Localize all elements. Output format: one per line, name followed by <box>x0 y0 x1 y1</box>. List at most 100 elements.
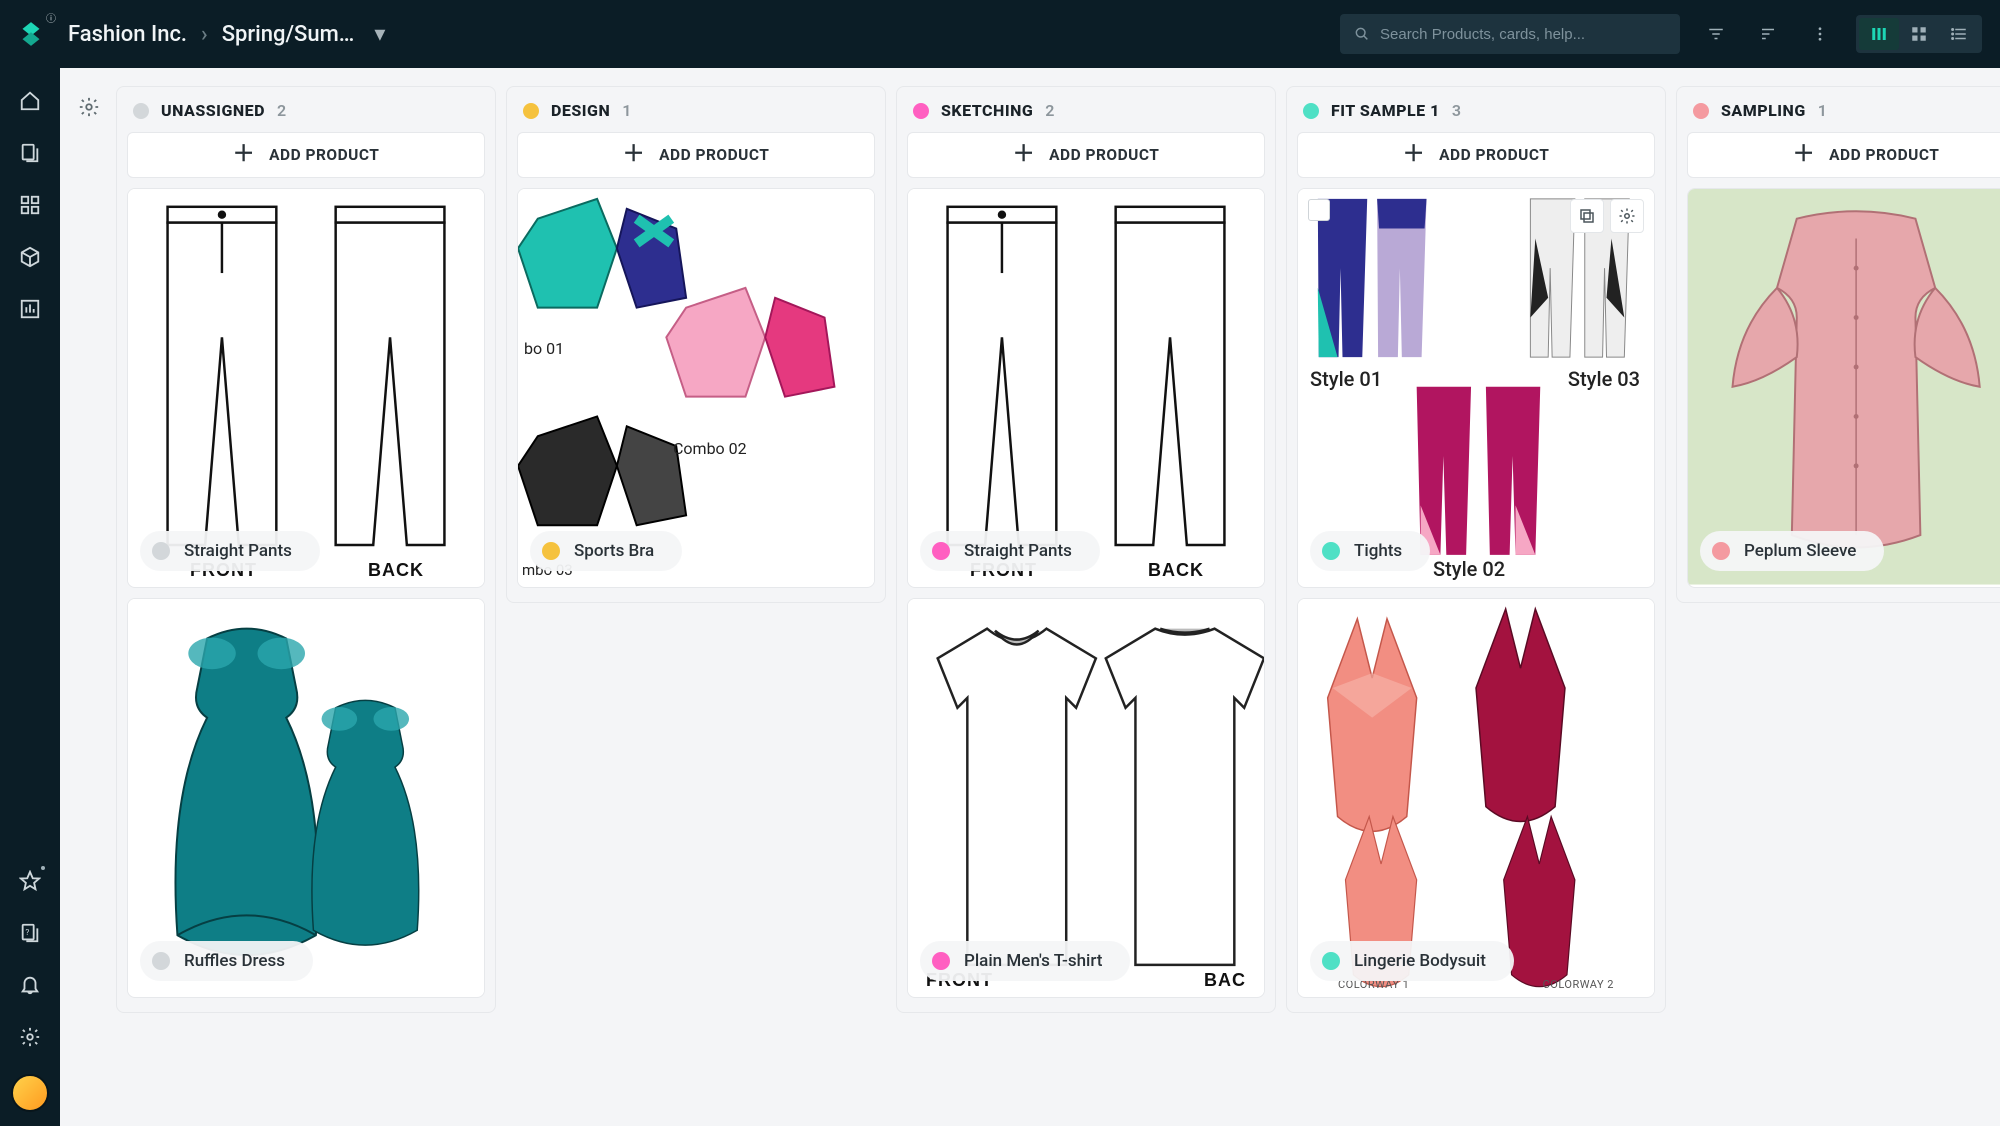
column-title: DESIGN <box>551 101 610 120</box>
search-input[interactable] <box>1380 26 1666 43</box>
column-unassigned: UNASSIGNED 2 ＋ADD PRODUCT FRONT BACK Strai… <box>116 86 496 1013</box>
column-count: 1 <box>622 101 631 120</box>
column-header: DESIGN 1 <box>517 97 875 122</box>
card-title: Ruffles Dress <box>184 951 285 971</box>
card-hover-tools <box>1570 199 1644 233</box>
nav-home-icon[interactable] <box>15 86 45 116</box>
card-title: Sports Bra <box>574 541 654 561</box>
add-product-button[interactable]: ＋ADD PRODUCT <box>907 132 1265 178</box>
nav-settings-icon[interactable] <box>15 1022 45 1052</box>
column-title: SAMPLING <box>1721 101 1806 120</box>
nav-products-icon[interactable] <box>15 242 45 272</box>
app-logo[interactable]: ⓘ <box>14 17 48 51</box>
column-count: 2 <box>277 101 286 120</box>
product-card[interactable]: FRONT BAC Plain Men's T-shirt <box>907 598 1265 998</box>
column-count: 3 <box>1452 101 1461 120</box>
card-title: Tights <box>1354 541 1402 561</box>
card-settings-icon[interactable] <box>1610 199 1644 233</box>
card-status-dot <box>932 542 950 560</box>
breadcrumb-workspace[interactable]: Fashion Inc. <box>68 22 187 47</box>
card-select-checkbox[interactable] <box>1308 199 1330 221</box>
card-title: Straight Pants <box>964 541 1072 561</box>
product-card[interactable]: bo 01 Combo 02 mbo 03 Sports Bra <box>517 188 875 588</box>
card-status-dot <box>1322 542 1340 560</box>
sidenav: ? <box>0 68 60 1126</box>
chevron-right-icon: › <box>201 22 208 47</box>
card-title: Straight Pants <box>184 541 292 561</box>
search-input-wrapper[interactable] <box>1340 14 1680 54</box>
add-product-label: ADD PRODUCT <box>1439 146 1549 164</box>
column-title: SKETCHING <box>941 101 1033 120</box>
column-header: FIT SAMPLE 1 3 <box>1297 97 1655 122</box>
product-card[interactable]: Peplum Sleeve <box>1687 188 2000 588</box>
card-status-dot <box>152 542 170 560</box>
info-badge-icon: ⓘ <box>46 10 56 25</box>
card-chip: Lingerie Bodysuit <box>1310 941 1514 981</box>
column-sketching: SKETCHING 2 ＋ADD PRODUCT FRONT BACK Straig… <box>896 86 1276 1013</box>
card-title: Lingerie Bodysuit <box>1354 951 1486 971</box>
column-status-dot <box>523 103 539 119</box>
column-count: 2 <box>1045 101 1054 120</box>
nav-help-icon[interactable]: ? <box>15 918 45 948</box>
card-chip: Sports Bra <box>530 531 682 571</box>
topbar: ⓘ Fashion Inc. › Spring/Sum… ▾ <box>0 0 2000 68</box>
style03-label: Style 03 <box>1568 367 1640 391</box>
breadcrumb: Fashion Inc. › Spring/Sum… ▾ <box>68 22 385 47</box>
add-product-button[interactable]: ＋ADD PRODUCT <box>1687 132 2000 178</box>
product-card[interactable]: FRONT BACK Straight Pants <box>127 188 485 588</box>
card-title: Peplum Sleeve <box>1744 541 1856 561</box>
sort-icon[interactable] <box>1752 18 1784 50</box>
column-status-dot <box>913 103 929 119</box>
add-product-label: ADD PRODUCT <box>1829 146 1939 164</box>
column-status-dot <box>1693 103 1709 119</box>
column-header: SKETCHING 2 <box>907 97 1265 122</box>
add-product-label: ADD PRODUCT <box>1049 146 1159 164</box>
product-card[interactable]: Style 01 Style 03 Style 02 Tights <box>1297 188 1655 588</box>
nav-collections-icon[interactable] <box>15 138 45 168</box>
column-status-dot <box>133 103 149 119</box>
card-chip: Ruffles Dress <box>140 941 313 981</box>
back-label: BACK <box>368 560 424 581</box>
column-count: 1 <box>1818 101 1827 120</box>
column-header: SAMPLING 1 <box>1687 97 2000 122</box>
back-label: BAC <box>1204 970 1246 991</box>
add-product-button[interactable]: ＋ADD PRODUCT <box>517 132 875 178</box>
add-product-button[interactable]: ＋ADD PRODUCT <box>1297 132 1655 178</box>
column-title: FIT SAMPLE 1 <box>1331 101 1440 120</box>
add-product-label: ADD PRODUCT <box>269 146 379 164</box>
breadcrumb-project[interactable]: Spring/Sum… <box>222 22 355 47</box>
board-settings-icon[interactable] <box>72 90 106 124</box>
add-product-label: ADD PRODUCT <box>659 146 769 164</box>
combo02-label: Combo 02 <box>673 439 747 458</box>
card-copy-icon[interactable] <box>1570 199 1604 233</box>
user-avatar[interactable] <box>11 1074 49 1112</box>
view-grid-button[interactable] <box>1899 18 1939 50</box>
combo01-label: bo 01 <box>524 339 564 358</box>
nav-boards-icon[interactable] <box>15 190 45 220</box>
filter-icon[interactable] <box>1700 18 1732 50</box>
card-status-dot <box>152 952 170 970</box>
product-card[interactable]: FRONT BACK Straight Pants <box>907 188 1265 588</box>
card-chip: Straight Pants <box>140 531 320 571</box>
style01-label: Style 01 <box>1310 367 1382 391</box>
card-status-dot <box>542 542 560 560</box>
card-chip: Tights <box>1310 531 1430 571</box>
view-kanban-button[interactable] <box>1859 18 1899 50</box>
more-icon[interactable] <box>1804 18 1836 50</box>
column-sampling: SAMPLING 1 ＋ADD PRODUCT Peplum Sleeve <box>1676 86 2000 603</box>
nav-notifications-icon[interactable] <box>15 970 45 1000</box>
column-title: UNASSIGNED <box>161 101 265 120</box>
column-status-dot <box>1303 103 1319 119</box>
kanban-board: UNASSIGNED 2 ＋ADD PRODUCT FRONT BACK Strai… <box>60 68 2000 1126</box>
nav-reports-icon[interactable] <box>15 294 45 324</box>
card-title: Plain Men's T-shirt <box>964 951 1102 971</box>
view-list-button[interactable] <box>1939 18 1979 50</box>
product-card[interactable]: COLORWAY 1 COLORWAY 2 Lingerie Bodysuit <box>1297 598 1655 998</box>
add-product-button[interactable]: ＋ADD PRODUCT <box>127 132 485 178</box>
chevron-down-icon[interactable]: ▾ <box>374 22 385 47</box>
product-card[interactable]: Ruffles Dress <box>127 598 485 998</box>
search-icon <box>1354 26 1370 42</box>
card-status-dot <box>1712 542 1730 560</box>
card-status-dot <box>1322 952 1340 970</box>
nav-favorites-icon[interactable] <box>15 866 45 896</box>
